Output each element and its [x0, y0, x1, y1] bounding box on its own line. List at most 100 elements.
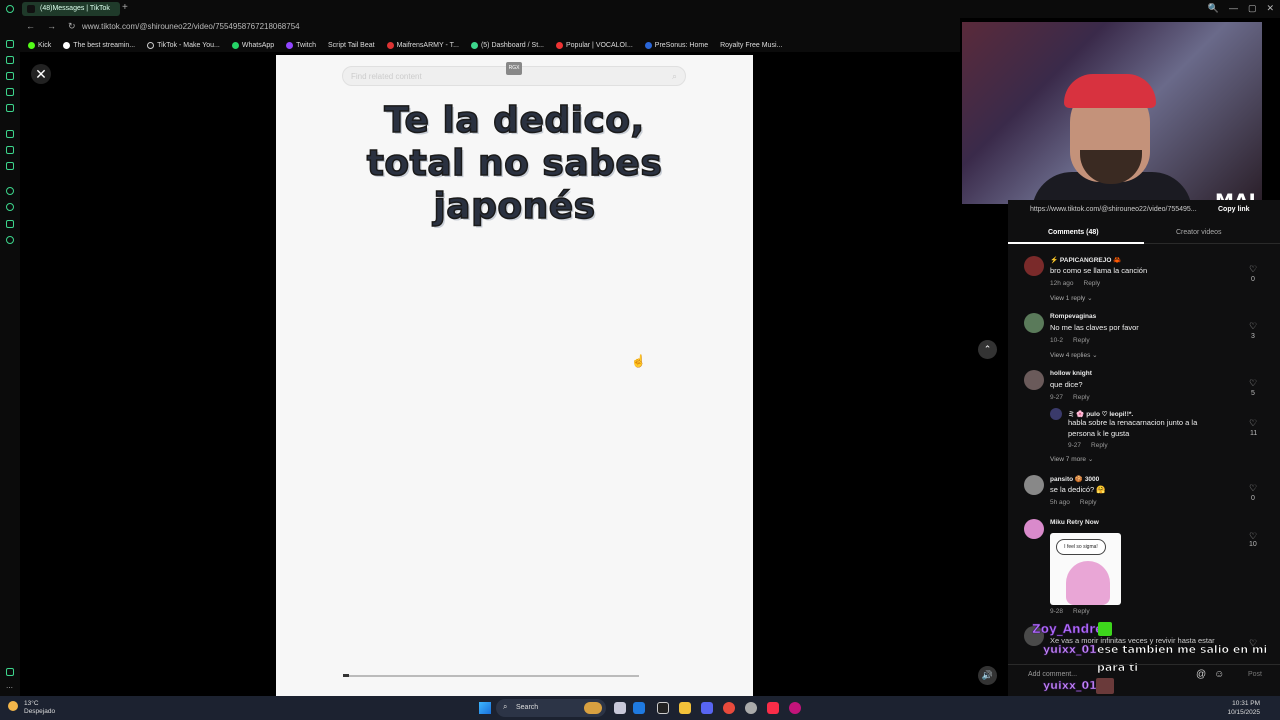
tab-comments[interactable]: Comments (48) — [1048, 229, 1099, 236]
avatar[interactable] — [1050, 408, 1062, 420]
avatar[interactable] — [1024, 370, 1044, 390]
new-tab-button[interactable]: + — [122, 2, 128, 13]
avatar[interactable] — [1024, 519, 1044, 539]
reply-button[interactable]: Reply — [1084, 280, 1101, 287]
like-heart-icon[interactable]: ♡ — [1249, 418, 1257, 429]
comment-sticker-image[interactable]: I feel so sigma! — [1050, 533, 1121, 605]
browser-tab[interactable]: (48)Messages | TikTok — [22, 2, 120, 16]
sidebar-discord-icon[interactable] — [6, 88, 14, 96]
weather-icon[interactable] — [8, 701, 18, 711]
taskbar-github-icon[interactable] — [657, 702, 669, 714]
start-button[interactable] — [479, 702, 491, 714]
tab-creator-videos[interactable]: Creator videos — [1176, 229, 1222, 236]
weather-widget[interactable]: 13°C Despejado — [24, 700, 55, 716]
bookmark-dashboard[interactable]: (5) Dashboard / St... — [470, 41, 544, 49]
reload-icon[interactable]: ↻ — [68, 21, 76, 32]
taskbar-chrome-icon[interactable] — [723, 702, 735, 714]
sidebar-gx-control-icon[interactable] — [6, 40, 14, 48]
comment-user[interactable]: Rompevaginas — [1050, 313, 1096, 320]
weather-temp: 13°C — [24, 700, 39, 707]
sidebar-bookmarks-icon[interactable] — [6, 220, 14, 228]
tab-active-indicator — [1008, 242, 1144, 244]
close-video-button[interactable]: ✕ — [31, 64, 51, 84]
taskbar-explorer-icon[interactable] — [679, 702, 691, 714]
taskbar-task-view-icon[interactable] — [614, 702, 626, 714]
sidebar-player-icon[interactable] — [6, 187, 14, 195]
reply-user[interactable]: ミ 🌸 pulo ♡ leopi!!*. — [1068, 408, 1133, 418]
sidebar-twitch-icon[interactable] — [6, 72, 14, 80]
close-window-button[interactable]: ✕ — [1266, 3, 1274, 14]
url-text[interactable]: www.tiktok.com/@shirouneo22/video/755495… — [82, 22, 300, 31]
bookmark-presonus[interactable]: PreSonus: Home — [644, 41, 708, 49]
reply-button[interactable]: Reply — [1080, 499, 1097, 506]
reply-button[interactable]: Reply — [1073, 394, 1090, 401]
comment-user[interactable]: Miku Retry Now — [1050, 519, 1099, 526]
sidebar-tiktok-icon[interactable] — [6, 146, 14, 154]
bookmark-maifrensarmy[interactable]: MaifrensARMY - T... — [386, 41, 459, 49]
comment-meta: 5h ago Reply — [1050, 499, 1107, 506]
search-icon[interactable]: ⌕ — [672, 71, 677, 82]
view-replies-button[interactable]: View 4 replies ⌄ — [1050, 351, 1098, 359]
reply-button[interactable]: Reply — [1073, 337, 1090, 344]
like-heart-icon[interactable]: ♡ — [1249, 483, 1257, 494]
taskbar-discord-icon[interactable] — [701, 702, 713, 714]
reply-button[interactable]: Reply — [1073, 608, 1090, 615]
sidebar-x-icon[interactable] — [6, 162, 14, 170]
caption-line-1: Te la dedico, — [384, 99, 645, 142]
post-button[interactable]: Post — [1248, 671, 1262, 678]
comment-input-icons: @ ☺ — [1196, 669, 1224, 680]
like-heart-icon[interactable]: ♡ — [1249, 378, 1257, 389]
sidebar-more-icon[interactable]: ⋯ — [6, 684, 14, 692]
bookmark-tiktok[interactable]: TikTok - Make You... — [147, 41, 220, 49]
taskbar-music-icon[interactable] — [767, 702, 779, 714]
minimize-button[interactable]: — — [1229, 3, 1238, 14]
reply-button[interactable]: Reply — [1091, 442, 1108, 449]
sidebar-settings-icon[interactable] — [6, 236, 14, 244]
copy-link-button[interactable]: Copy link — [1218, 206, 1250, 213]
maximize-button[interactable]: ▢ — [1248, 3, 1257, 14]
video-link[interactable]: https://www.tiktok.com/@shirouneo22/vide… — [1030, 206, 1197, 213]
sidebar-history-icon[interactable] — [6, 56, 14, 64]
like-count: 3 — [1251, 333, 1255, 340]
bookmark-streaming[interactable]: The best streamin... — [63, 41, 135, 49]
clock-date: 10/15/2025 — [1227, 709, 1260, 716]
view-more-replies-button[interactable]: View 7 more ⌄ — [1050, 455, 1093, 463]
taskbar-settings-icon[interactable] — [745, 702, 757, 714]
taskbar-clock[interactable]: 10:31 PM 10/15/2025 — [1210, 699, 1260, 717]
like-heart-icon[interactable]: ♡ — [1249, 321, 1257, 332]
view-replies-button[interactable]: View 1 reply ⌄ — [1050, 294, 1093, 302]
search-icon[interactable]: 🔍 — [1208, 3, 1219, 14]
avatar[interactable] — [1024, 256, 1044, 276]
video-progress-bar[interactable] — [343, 675, 639, 677]
back-icon[interactable]: ← — [26, 21, 35, 32]
comment-date: 10-2 — [1050, 337, 1064, 344]
reply-meta: 9-27 Reply — [1068, 442, 1118, 449]
bookmark-vocaloid[interactable]: Popular | VOCALOI... — [555, 41, 633, 49]
video-player[interactable]: Find related content ⌕ RGX Te la dedico,… — [276, 55, 753, 696]
bookmark-whatsapp[interactable]: WhatsApp — [231, 41, 274, 49]
comment-user[interactable]: hollow knight — [1050, 370, 1092, 377]
taskbar-opera-gx-icon[interactable] — [789, 702, 801, 714]
mention-icon[interactable]: @ — [1196, 669, 1206, 680]
bookmark-twitch[interactable]: Twitch — [286, 41, 316, 49]
sidebar-clock-icon[interactable] — [6, 203, 14, 211]
avatar[interactable] — [1024, 313, 1044, 333]
forward-icon[interactable]: → — [47, 21, 56, 32]
taskbar-edge-icon[interactable] — [633, 702, 645, 714]
taskbar-widget-icon[interactable] — [584, 702, 602, 714]
like-heart-icon[interactable]: ♡ — [1249, 264, 1257, 275]
bookmark-royalty-free[interactable]: Royalty Free Musi... — [720, 42, 782, 49]
sidebar-whatsapp-icon[interactable] — [6, 104, 14, 112]
comment-user[interactable]: pansito 🍪 3000 — [1050, 475, 1099, 483]
opera-logo-icon[interactable] — [6, 5, 14, 13]
avatar[interactable] — [1024, 475, 1044, 495]
sidebar-ai-icon[interactable] — [6, 130, 14, 138]
volume-button[interactable]: 🔊 — [978, 666, 997, 685]
sidebar-gx-icon[interactable] — [6, 668, 14, 676]
bookmark-kick[interactable]: Kick — [28, 41, 51, 49]
emoji-icon[interactable]: ☺ — [1214, 669, 1224, 680]
scroll-up-button[interactable]: ⌃ — [978, 340, 997, 359]
bookmark-script-tail-beat[interactable]: Script Tail Beat — [328, 42, 375, 49]
comment-user[interactable]: ⚡ PAPICANGREJO 🦀 — [1050, 256, 1121, 264]
add-comment-input[interactable]: Add comment... — [1028, 671, 1077, 678]
